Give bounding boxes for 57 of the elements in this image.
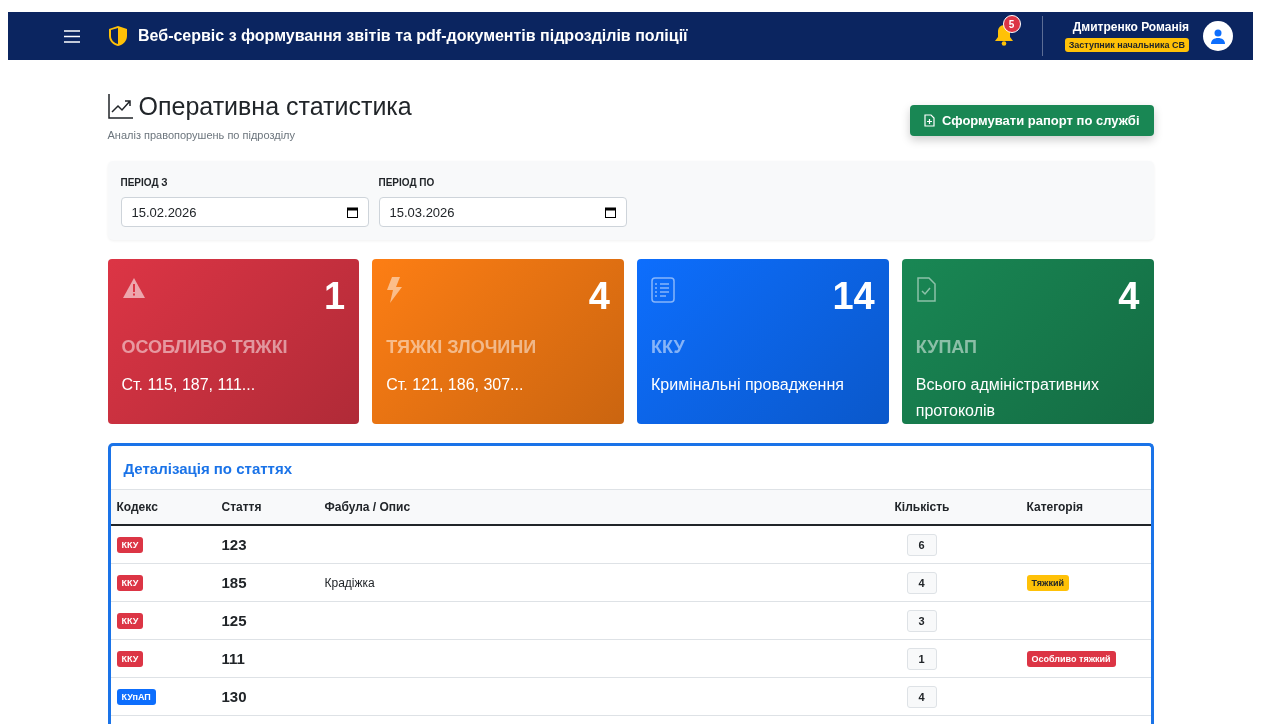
page-title: Оперативна статистика: [138, 92, 412, 121]
stat-title: ОСОБЛИВО ТЯЖКІ: [121, 337, 289, 358]
code-tag: КУпАП: [116, 688, 156, 705]
count-tag: 6: [906, 533, 937, 556]
stat-count: 4: [588, 277, 610, 315]
shield-icon: [108, 25, 128, 47]
stat-text: Ст. 121, 186, 307...: [386, 375, 525, 395]
stat-text: Ст. 115, 187, 111...: [121, 375, 257, 395]
column-header: Категорія: [1020, 490, 1151, 526]
avatar-icon[interactable]: [1203, 21, 1233, 51]
article-number: 130: [221, 688, 247, 705]
warning-icon: [121, 277, 146, 299]
stat-count: 4: [1118, 277, 1140, 315]
notification-count: 5: [1002, 15, 1021, 33]
column-header: Кодекс: [110, 490, 216, 526]
lightning-icon: [386, 277, 403, 303]
count-tag: 4: [906, 571, 937, 594]
code-tag: ККУ: [116, 650, 144, 667]
article-number: 125: [221, 612, 247, 629]
field-label: ПЕРІОД З: [120, 177, 169, 188]
list-icon: [651, 277, 675, 303]
stat-count: 14: [832, 277, 875, 315]
calendar-icon[interactable]: [346, 206, 358, 218]
date-field[interactable]: 15.02.2026: [120, 197, 369, 227]
article-number: 111: [221, 650, 245, 667]
date-field[interactable]: 15.03.2026: [378, 197, 627, 227]
category-tag: Тяжкий: [1026, 574, 1069, 591]
code-tag: ККУ: [116, 612, 144, 629]
column-header: Стаття: [215, 490, 319, 526]
article-number: 185: [221, 574, 247, 591]
stat-text: Всього адміністративних протоколів: [915, 375, 1100, 421]
stat-title: КУПАП: [915, 337, 979, 358]
article-number: 123: [221, 536, 247, 553]
app-title: Веб-сервіс з формування звітів та pdf-документів підрозділів поліції: [138, 27, 689, 45]
stat-title: ТЯЖКІ ЗЛОЧИНИ: [386, 337, 538, 358]
document-check-icon: [915, 277, 936, 303]
calendar-icon[interactable]: [604, 206, 616, 218]
stat-text: Кримінальні провадження: [651, 375, 845, 395]
count-tag: 3: [906, 609, 937, 632]
count-tag: 1: [906, 647, 937, 670]
menu-icon[interactable]: [64, 29, 80, 43]
code-tag: ККУ: [116, 536, 144, 553]
stat-title: ККУ: [651, 337, 686, 358]
field-label: ПЕРІОД ПО: [378, 177, 436, 188]
generate-report-button[interactable]: Сформувати рапорт по службі: [910, 105, 1154, 136]
user-role: Заступник начальника СВ: [1064, 38, 1189, 52]
description-text: Крадіжка: [324, 575, 375, 590]
stat-count: 1: [324, 277, 346, 315]
column-header: Кількість: [888, 490, 1021, 526]
page-subtitle: Аналіз правопорушень по підрозділу: [107, 129, 297, 141]
file-plus-icon: [924, 114, 935, 127]
category-tag: Особливо тяжкий: [1026, 650, 1116, 667]
count-tag: 4: [906, 685, 937, 708]
user-name: Дмитренко Романія: [1072, 20, 1189, 34]
trend-chart-icon: [107, 94, 133, 119]
code-tag: ККУ: [116, 574, 144, 591]
column-header: Фабула / Опис: [318, 490, 889, 526]
